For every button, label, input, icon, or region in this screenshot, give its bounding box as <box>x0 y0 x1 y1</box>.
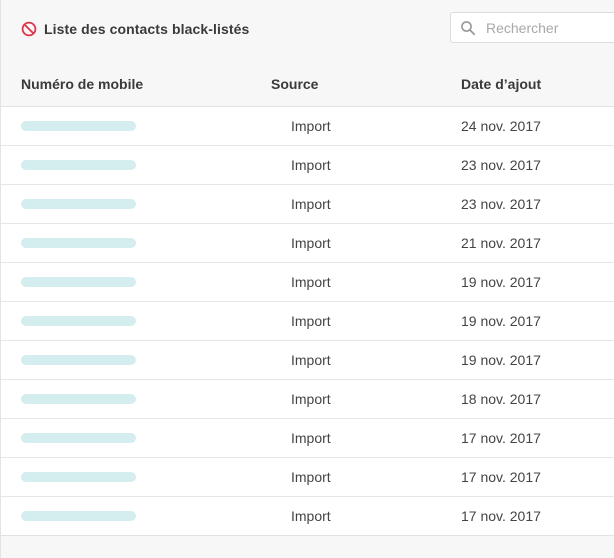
column-header-number[interactable]: Numéro de mobile <box>21 76 143 92</box>
panel-header: Liste des contacts black-listés <box>1 0 614 62</box>
cell-date: 23 nov. 2017 <box>461 157 541 173</box>
masked-mobile-number <box>21 394 136 404</box>
column-header-date[interactable]: Date d’ajout <box>461 76 541 92</box>
cell-date: 19 nov. 2017 <box>461 313 541 329</box>
ban-icon <box>21 21 37 37</box>
cell-source: Import <box>291 430 331 446</box>
masked-mobile-number <box>21 433 136 443</box>
cell-date: 21 nov. 2017 <box>461 235 541 251</box>
cell-date: 23 nov. 2017 <box>461 196 541 212</box>
search-input[interactable] <box>486 13 614 42</box>
table-row[interactable]: Import 17 nov. 2017 <box>1 497 614 536</box>
table-row[interactable]: Import 19 nov. 2017 <box>1 341 614 380</box>
masked-mobile-number <box>21 238 136 248</box>
cell-source: Import <box>291 274 331 290</box>
cell-source: Import <box>291 391 331 407</box>
masked-mobile-number <box>21 511 136 521</box>
title-wrap: Liste des contacts black-listés <box>21 19 249 39</box>
cell-source: Import <box>291 118 331 134</box>
cell-source: Import <box>291 196 331 212</box>
cell-source: Import <box>291 352 331 368</box>
table-row[interactable]: Import 24 nov. 2017 <box>1 107 614 146</box>
cell-source: Import <box>291 508 331 524</box>
table-row[interactable]: Import 23 nov. 2017 <box>1 185 614 224</box>
table-row[interactable]: Import 23 nov. 2017 <box>1 146 614 185</box>
table-footer <box>1 536 614 558</box>
cell-source: Import <box>291 469 331 485</box>
cell-source: Import <box>291 157 331 173</box>
search-icon <box>460 20 476 36</box>
cell-date: 17 nov. 2017 <box>461 508 541 524</box>
search-box[interactable] <box>450 12 614 43</box>
cell-date: 17 nov. 2017 <box>461 430 541 446</box>
table-row[interactable]: Import 17 nov. 2017 <box>1 458 614 497</box>
table-header: Numéro de mobile Source Date d’ajout <box>1 62 614 107</box>
cell-source: Import <box>291 235 331 251</box>
table-row[interactable]: Import 18 nov. 2017 <box>1 380 614 419</box>
masked-mobile-number <box>21 472 136 482</box>
table-row[interactable]: Import 21 nov. 2017 <box>1 224 614 263</box>
cell-date: 17 nov. 2017 <box>461 469 541 485</box>
table-body: Import 24 nov. 2017 Import 23 nov. 2017 … <box>1 107 614 536</box>
cell-date: 18 nov. 2017 <box>461 391 541 407</box>
masked-mobile-number <box>21 355 136 365</box>
table-row[interactable]: Import 17 nov. 2017 <box>1 419 614 458</box>
masked-mobile-number <box>21 121 136 131</box>
masked-mobile-number <box>21 199 136 209</box>
blacklist-panel: Liste des contacts black-listés Numéro d… <box>0 0 614 558</box>
masked-mobile-number <box>21 160 136 170</box>
cell-source: Import <box>291 313 331 329</box>
masked-mobile-number <box>21 277 136 287</box>
cell-date: 19 nov. 2017 <box>461 352 541 368</box>
cell-date: 24 nov. 2017 <box>461 118 541 134</box>
page-title: Liste des contacts black-listés <box>44 21 250 37</box>
masked-mobile-number <box>21 316 136 326</box>
cell-date: 19 nov. 2017 <box>461 274 541 290</box>
column-header-source[interactable]: Source <box>271 76 318 92</box>
table-row[interactable]: Import 19 nov. 2017 <box>1 302 614 341</box>
table-row[interactable]: Import 19 nov. 2017 <box>1 263 614 302</box>
